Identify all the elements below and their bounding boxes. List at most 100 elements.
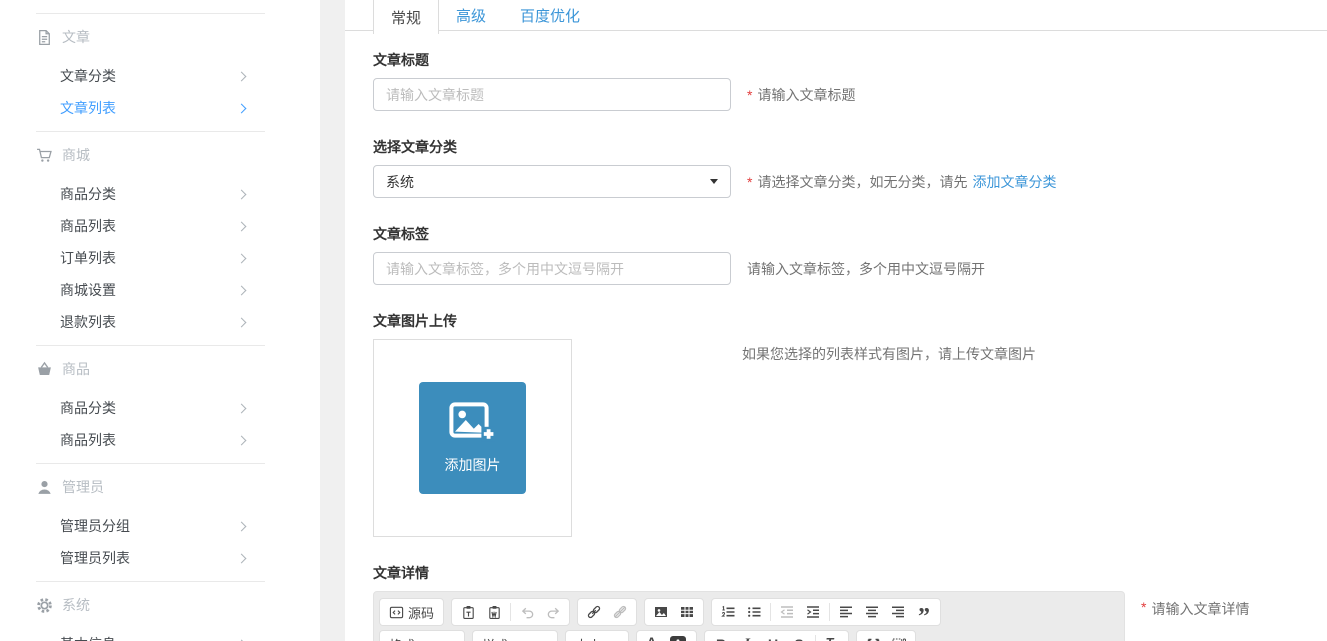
numbered-list-button[interactable] [715, 600, 741, 624]
blockquote-icon: ” [918, 602, 930, 622]
sidebar-item-product-list[interactable]: 商品列表 [36, 424, 265, 456]
sidebar: 文章 文章分类 文章列表 商城 [0, 0, 320, 641]
chevron-right-icon [237, 189, 247, 199]
undo-button[interactable] [514, 600, 540, 624]
image-icon [653, 604, 669, 620]
sidebar-group-product-header: 商品 [36, 346, 265, 392]
remove-format-button[interactable]: Tx [819, 632, 845, 641]
cart-icon [36, 147, 53, 164]
text-color-button[interactable]: A [640, 632, 666, 641]
tab-advanced[interactable]: 高级 [439, 0, 503, 30]
add-image-button-label: 添加图片 [445, 455, 501, 475]
article-edit-page: 文章 文章分类 文章列表 商城 [0, 0, 1327, 641]
paste-as-text-button[interactable] [455, 600, 481, 624]
tab-general[interactable]: 常规 [373, 0, 439, 34]
source-button[interactable]: 源码 [383, 600, 440, 624]
sidebar-item-admin-group[interactable]: 管理员分组 [36, 510, 265, 542]
show-blocks-button[interactable] [886, 632, 912, 641]
add-image-button[interactable]: 添加图片 [419, 382, 526, 494]
align-center-button[interactable] [859, 600, 885, 624]
editor-toolbar-row-1: 源码 [379, 596, 1119, 628]
sidebar-group-system: 系统 基本信息 [36, 581, 265, 641]
size-dropdown[interactable]: 大小 [565, 630, 629, 641]
required-star: * [747, 174, 752, 190]
add-image-icon [449, 402, 497, 444]
article-title-input[interactable] [373, 78, 731, 111]
article-tags-input[interactable] [373, 252, 731, 285]
article-category-select[interactable]: 系统 [373, 165, 731, 198]
chevron-right-icon [237, 253, 247, 263]
maximize-icon [866, 637, 881, 641]
sidebar-item-product-category[interactable]: 商品分类 [36, 392, 265, 424]
sidebar-item-refund-list[interactable]: 退款列表 [36, 306, 265, 338]
chevron-right-icon [237, 521, 247, 531]
sidebar-group-label: 系统 [62, 595, 90, 615]
remove-format-icon: Tx [826, 635, 839, 641]
link-icon [586, 604, 602, 620]
sidebar-item-article-category[interactable]: 文章分类 [36, 60, 265, 92]
article-detail-label: 文章详情 [373, 563, 1327, 583]
rich-text-editor: 源码 [373, 591, 1125, 641]
field-article-image: 文章图片上传 添加图片 [373, 311, 1327, 537]
article-category-hint: * 请选择文章分类，如无分类，请先 添加文章分类 [747, 172, 1056, 192]
background-color-button[interactable]: A [666, 632, 693, 641]
underline-icon: U [768, 636, 778, 641]
sidebar-group-system-header: 系统 [36, 582, 265, 628]
article-form: 文章标题 * 请输入文章标题 选择文章分类 系统 [345, 30, 1327, 641]
undo-icon [520, 605, 535, 620]
sidebar-item-goods-list[interactable]: 商品列表 [36, 210, 265, 242]
indent-button[interactable] [800, 600, 826, 624]
sidebar-item-mall-settings[interactable]: 商城设置 [36, 274, 265, 306]
sidebar-group-label: 文章 [62, 27, 90, 47]
source-icon [389, 605, 404, 620]
article-image-dropzone[interactable]: 添加图片 [373, 339, 572, 537]
link-button[interactable] [581, 600, 607, 624]
sidebar-group-label: 商城 [62, 145, 90, 165]
styles-dropdown[interactable]: 样式 [472, 630, 558, 641]
insert-table-button[interactable] [674, 600, 700, 624]
paste-from-word-button[interactable] [481, 600, 507, 624]
chevron-right-icon [237, 317, 247, 327]
select-caret-icon [710, 179, 718, 184]
paste-as-text-icon [461, 605, 476, 620]
user-icon [36, 479, 53, 496]
bulleted-list-icon [746, 604, 762, 620]
field-article-category: 选择文章分类 系统 * 请选择文章分类，如无分类，请先 添加文章分类 [373, 137, 1327, 198]
sidebar-group-label: 商品 [62, 359, 90, 379]
editor-toolbar-row-2: 格式 样式 大小 [379, 628, 1119, 641]
outdent-button[interactable] [774, 600, 800, 624]
align-right-button[interactable] [885, 600, 911, 624]
sidebar-group-label: 管理员 [62, 477, 104, 497]
outdent-icon [779, 604, 795, 620]
text-color-icon: A [646, 636, 656, 641]
underline-button[interactable]: U [760, 632, 786, 641]
article-category-selected-value: 系统 [386, 172, 414, 192]
italic-icon: I [744, 636, 750, 641]
sidebar-group-product: 商品 商品分类 商品列表 [36, 345, 265, 463]
chevron-right-icon [237, 435, 247, 445]
chevron-right-icon [237, 403, 247, 413]
format-dropdown[interactable]: 格式 [379, 630, 465, 641]
sidebar-item-goods-category[interactable]: 商品分类 [36, 178, 265, 210]
redo-button[interactable] [540, 600, 566, 624]
main-content: 常规 高级 百度优化 文章标题 * 请输入文章标题 选择文章分类 [345, 0, 1327, 641]
strikethrough-button[interactable]: S [786, 632, 812, 641]
numbered-list-icon [720, 604, 736, 620]
tab-baidu-seo[interactable]: 百度优化 [503, 0, 597, 30]
unlink-button[interactable] [607, 600, 633, 624]
bulleted-list-button[interactable] [741, 600, 767, 624]
italic-button[interactable]: I [734, 632, 760, 641]
sidebar-item-article-list[interactable]: 文章列表 [36, 92, 265, 124]
maximize-button[interactable] [860, 632, 886, 641]
show-blocks-icon [891, 636, 907, 641]
add-article-category-link[interactable]: 添加文章分类 [972, 172, 1056, 192]
align-left-button[interactable] [833, 600, 859, 624]
sidebar-item-order-list[interactable]: 订单列表 [36, 242, 265, 274]
blockquote-button[interactable]: ” [911, 600, 937, 624]
align-right-icon [890, 604, 906, 620]
bold-button[interactable]: B [708, 632, 734, 641]
gear-icon [36, 597, 53, 614]
insert-image-button[interactable] [648, 600, 674, 624]
sidebar-item-basic-info[interactable]: 基本信息 [36, 628, 265, 641]
sidebar-item-admin-list[interactable]: 管理员列表 [36, 542, 265, 574]
